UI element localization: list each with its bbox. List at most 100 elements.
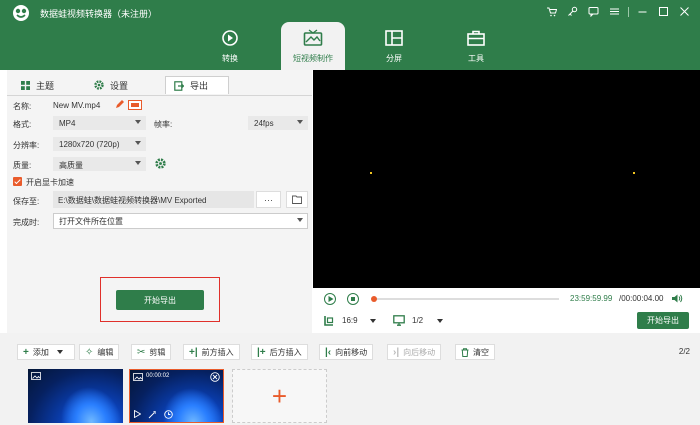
resolution-select[interactable]: 1280x720 (720p) bbox=[53, 137, 146, 151]
browse-button[interactable]: ··· bbox=[256, 191, 281, 208]
clock-icon[interactable] bbox=[164, 410, 173, 419]
add-button[interactable]: + 添加 bbox=[17, 344, 75, 360]
gpu-label: 开启显卡加速 bbox=[26, 178, 74, 187]
clip-image bbox=[28, 369, 123, 423]
nav-mv[interactable]: 短视频制作 bbox=[281, 22, 345, 70]
plus-icon: + bbox=[23, 346, 29, 358]
seek-bar[interactable] bbox=[373, 298, 559, 300]
insert-after-icon: |+ bbox=[257, 346, 266, 358]
clip-thumbnail[interactable] bbox=[28, 369, 123, 423]
toolbox-icon bbox=[467, 30, 485, 46]
chevron-down-icon bbox=[135, 141, 141, 145]
open-folder-button[interactable] bbox=[286, 191, 308, 208]
close-icon[interactable] bbox=[677, 4, 692, 19]
chevron-down-icon[interactable] bbox=[370, 319, 376, 323]
nav-split[interactable]: 分屏 bbox=[362, 22, 426, 70]
nav-convert[interactable]: 转换 bbox=[198, 22, 262, 70]
clip-thumbnail-selected[interactable]: 00:00:02 bbox=[129, 369, 224, 423]
export-icon bbox=[174, 80, 184, 91]
move-backward-icon: ›| bbox=[393, 346, 400, 358]
time-total: /00:00:04.00 bbox=[619, 294, 664, 303]
quality-select[interactable]: 高质量 bbox=[53, 157, 146, 171]
fps-label: 帧率: bbox=[154, 120, 173, 129]
clear-button[interactable]: 清空 bbox=[455, 344, 495, 360]
tab-export-label: 导出 bbox=[190, 81, 209, 91]
insert-before-button[interactable]: +| 前方插入 bbox=[183, 344, 240, 360]
minimize-icon[interactable] bbox=[635, 4, 650, 19]
start-export-button[interactable]: 开始导出 bbox=[116, 290, 204, 310]
insert-before-icon: +| bbox=[189, 346, 198, 358]
grid-icon bbox=[21, 80, 30, 90]
stop-icon bbox=[350, 296, 355, 301]
rename-icon[interactable] bbox=[128, 100, 142, 110]
aspect-value[interactable]: 16:9 bbox=[342, 316, 358, 325]
preview-marker bbox=[370, 172, 372, 174]
magic-wand-icon[interactable] bbox=[148, 410, 157, 419]
clip-count: 2/2 bbox=[678, 347, 690, 356]
saveto-path[interactable]: E:\数据蛙\数据蛙视频转换器\MV Exported bbox=[53, 191, 254, 208]
volume-icon[interactable] bbox=[671, 293, 683, 304]
chevron-down-icon bbox=[56, 350, 63, 354]
app-logo-icon bbox=[13, 5, 29, 21]
fps-select[interactable]: 24fps bbox=[248, 116, 308, 130]
move-backward-label: 向后移动 bbox=[403, 347, 436, 357]
add-clip-button[interactable]: + bbox=[232, 369, 327, 423]
key-icon[interactable] bbox=[565, 4, 580, 19]
close-icon[interactable] bbox=[210, 372, 220, 382]
edit-button[interactable]: ✧ 编辑 bbox=[79, 344, 120, 360]
cut-button[interactable]: ✂ 剪辑 bbox=[131, 344, 172, 360]
panel-tabs: 主题 设置 导出 bbox=[7, 73, 312, 96]
pencil-icon[interactable] bbox=[115, 99, 125, 109]
quality-label: 质量: bbox=[13, 161, 32, 170]
nav-tools-label: 工具 bbox=[468, 54, 484, 63]
convert-icon bbox=[222, 30, 238, 46]
play-icon[interactable] bbox=[134, 410, 141, 418]
gpu-checkbox[interactable] bbox=[13, 177, 22, 186]
fps-value: 24fps bbox=[254, 119, 274, 128]
play-button[interactable] bbox=[324, 293, 336, 305]
nav-split-label: 分屏 bbox=[386, 54, 402, 63]
video-preview bbox=[313, 70, 700, 288]
image-icon bbox=[133, 373, 143, 381]
image-icon bbox=[31, 372, 41, 380]
stop-button[interactable] bbox=[347, 293, 359, 305]
quality-value: 高质量 bbox=[59, 161, 83, 170]
player-controls: 23:59:59.99 /00:00:04.00 16:9 1/2 开始导出 bbox=[313, 288, 700, 333]
gear-icon[interactable] bbox=[155, 158, 166, 169]
menu-icon[interactable] bbox=[607, 4, 622, 19]
complete-select[interactable]: 打开文件所在位置 bbox=[53, 213, 308, 229]
name-label: 名称: bbox=[13, 102, 32, 111]
folder-icon bbox=[292, 195, 302, 204]
tab-settings[interactable]: 设置 bbox=[94, 76, 128, 94]
chevron-down-icon bbox=[297, 218, 303, 222]
chevron-down-icon bbox=[297, 120, 303, 124]
tab-export[interactable]: 导出 bbox=[165, 76, 230, 94]
complete-label: 完成时: bbox=[13, 218, 40, 227]
player-export-button[interactable]: 开始导出 bbox=[637, 312, 689, 329]
tab-settings-label: 设置 bbox=[110, 80, 129, 91]
chat-icon[interactable] bbox=[586, 4, 601, 19]
maximize-icon[interactable] bbox=[656, 4, 671, 19]
magic-wand-icon: ✧ bbox=[85, 346, 94, 358]
app-title: 数据蛙视频转换器（未注册） bbox=[40, 9, 158, 19]
gear-icon bbox=[94, 80, 104, 90]
scissors-icon: ✂ bbox=[137, 346, 146, 358]
nav-tools[interactable]: 工具 bbox=[444, 22, 508, 70]
window-controls bbox=[544, 4, 692, 19]
time-current: 23:59:59.99 bbox=[570, 294, 613, 303]
seek-handle[interactable] bbox=[371, 296, 377, 302]
format-select[interactable]: MP4 bbox=[53, 116, 146, 130]
move-backward-button[interactable]: ›| 向后移动 bbox=[387, 344, 442, 360]
cart-icon[interactable] bbox=[544, 4, 559, 19]
resolution-value: 1280x720 (720p) bbox=[59, 140, 120, 149]
move-forward-button[interactable]: |‹ 向前移动 bbox=[319, 344, 374, 360]
page-value[interactable]: 1/2 bbox=[412, 316, 423, 325]
insert-after-button[interactable]: |+ 后方插入 bbox=[251, 344, 308, 360]
clip-duration: 00:00:02 bbox=[146, 373, 170, 379]
chevron-down-icon bbox=[135, 120, 141, 124]
tab-theme[interactable]: 主题 bbox=[21, 76, 54, 94]
chevron-down-icon[interactable] bbox=[437, 319, 443, 323]
timeline-panel: + 添加 ✧ 编辑 ✂ 剪辑 +| 前方插入 |+ 后方插入 |‹ 向前移动 ›… bbox=[0, 333, 700, 425]
play-icon bbox=[328, 296, 334, 302]
format-value: MP4 bbox=[59, 119, 76, 128]
